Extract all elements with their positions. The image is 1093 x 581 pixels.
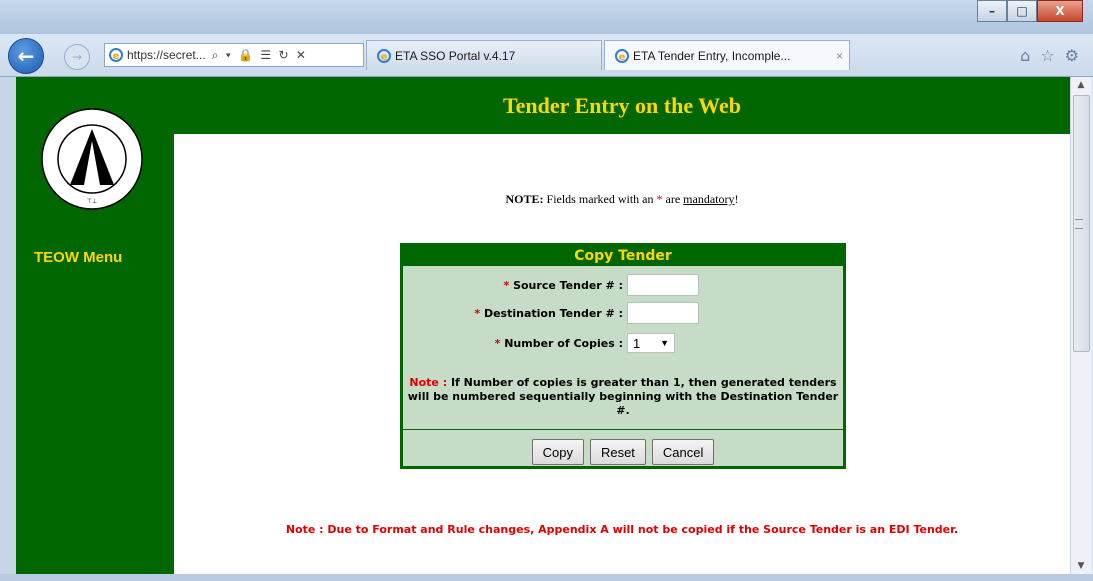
scroll-down-icon[interactable]: ▼ xyxy=(1071,558,1091,574)
tab-sso-portal[interactable]: e ETA SSO Portal v.4.17 xyxy=(366,40,602,70)
scrollbar-grip xyxy=(1075,219,1083,229)
favorites-star-icon[interactable]: ☆ xyxy=(1040,46,1054,65)
note-text: are xyxy=(662,192,684,206)
address-url[interactable]: https://secret... xyxy=(127,48,206,62)
sidebar: ⊤⊥ TEOW Menu xyxy=(16,77,174,574)
source-tender-label: * Source Tender # : xyxy=(503,279,623,292)
tab-close-icon[interactable]: × xyxy=(836,49,843,63)
tab-label: ETA Tender Entry, Incomple... xyxy=(633,48,791,63)
note-text: If Number of copies is greater than 1, t… xyxy=(407,376,839,417)
destination-tender-row: * Destination Tender # : xyxy=(403,301,843,325)
note-text: Fields marked with an xyxy=(543,192,657,206)
note-prefix: NOTE: xyxy=(505,192,544,206)
scroll-up-icon[interactable]: ▲ xyxy=(1071,77,1091,93)
required-star: * xyxy=(474,306,481,320)
window-frame-left xyxy=(0,77,16,574)
cancel-button[interactable]: Cancel xyxy=(651,439,715,465)
ie-page-icon: e xyxy=(109,48,123,62)
browser-toolbar: ← → e https://secret... ⌕ ▾ 🔒 ☰ ↻ ✕ e ET… xyxy=(0,34,1093,77)
copy-button[interactable]: Copy xyxy=(531,439,584,465)
note-prefix: Note : xyxy=(409,376,448,389)
label-text: Source Tender # : xyxy=(513,278,623,292)
sddc-logo: ⊤⊥ xyxy=(41,108,143,210)
select-value: 1 xyxy=(633,335,641,351)
required-star: * xyxy=(494,336,501,350)
back-arrow-icon: ← xyxy=(17,44,35,68)
copy-tender-panel: Copy Tender * Source Tender # : * Destin… xyxy=(400,243,846,469)
mandatory-fields-note: NOTE: Fields marked with an * are mandat… xyxy=(174,192,1070,207)
note-emphasis: mandatory xyxy=(683,192,735,206)
minimize-button[interactable]: – xyxy=(977,0,1007,22)
ie-tab-icon: e xyxy=(615,48,629,63)
source-tender-row: * Source Tender # : xyxy=(403,273,843,297)
label-text: Number of Copies : xyxy=(504,336,623,350)
ie-tab-icon: e xyxy=(377,48,391,63)
browser-right-icons: ⌂ ☆ ⚙ xyxy=(1020,46,1079,65)
forward-button[interactable]: → xyxy=(64,44,90,70)
vertical-scrollbar[interactable]: ▲ ▼ xyxy=(1070,77,1091,574)
destination-tender-label: * Destination Tender # : xyxy=(474,307,623,320)
required-star: * xyxy=(503,278,510,292)
home-icon[interactable]: ⌂ xyxy=(1020,46,1030,65)
svg-text:⊤⊥: ⊤⊥ xyxy=(87,198,97,205)
settings-gear-icon[interactable]: ⚙ xyxy=(1065,46,1079,65)
back-button[interactable]: ← xyxy=(8,38,44,74)
edi-tender-note: Note : Due to Format and Rule changes, A… xyxy=(285,523,959,536)
window-controls: – □ X xyxy=(977,0,1083,22)
copies-note: Note : If Number of copies is greater th… xyxy=(403,376,843,418)
panel-title: Copy Tender xyxy=(403,246,843,266)
window-frame-bottom xyxy=(0,574,1093,581)
source-tender-input[interactable] xyxy=(627,274,699,296)
tab-tender-entry[interactable]: e ETA Tender Entry, Incomple... × xyxy=(604,40,850,70)
window-titlebar: – □ X xyxy=(0,0,1093,34)
button-row: Copy Reset Cancel xyxy=(403,439,843,465)
dropdown-arrow-icon: ▼ xyxy=(660,338,669,348)
tab-label: ETA SSO Portal v.4.17 xyxy=(395,48,516,63)
maximize-button[interactable]: □ xyxy=(1007,0,1037,22)
copies-row: * Number of Copies : 1 ▼ xyxy=(403,331,843,355)
reset-button[interactable]: Reset xyxy=(589,439,646,465)
note-text: ! xyxy=(734,192,739,206)
number-of-copies-label: * Number of Copies : xyxy=(495,337,623,350)
number-of-copies-select[interactable]: 1 ▼ xyxy=(627,333,675,353)
panel-divider xyxy=(403,429,843,430)
close-window-button[interactable]: X xyxy=(1037,0,1083,22)
forward-arrow-icon: → xyxy=(71,50,83,64)
page-title: Tender Entry on the Web xyxy=(503,93,741,118)
destination-tender-input[interactable] xyxy=(627,302,699,324)
page-viewport: ⊤⊥ TEOW Menu Tender Entry on the Web NOT… xyxy=(16,77,1070,574)
page-header: Tender Entry on the Web xyxy=(174,77,1070,134)
teow-menu-title[interactable]: TEOW Menu xyxy=(34,249,122,266)
address-bar-tools[interactable]: ⌕ ▾ 🔒 ☰ ↻ ✕ xyxy=(212,48,308,63)
label-text: Destination Tender # : xyxy=(483,306,623,320)
address-bar[interactable]: e https://secret... ⌕ ▾ 🔒 ☰ ↻ ✕ xyxy=(104,43,364,67)
